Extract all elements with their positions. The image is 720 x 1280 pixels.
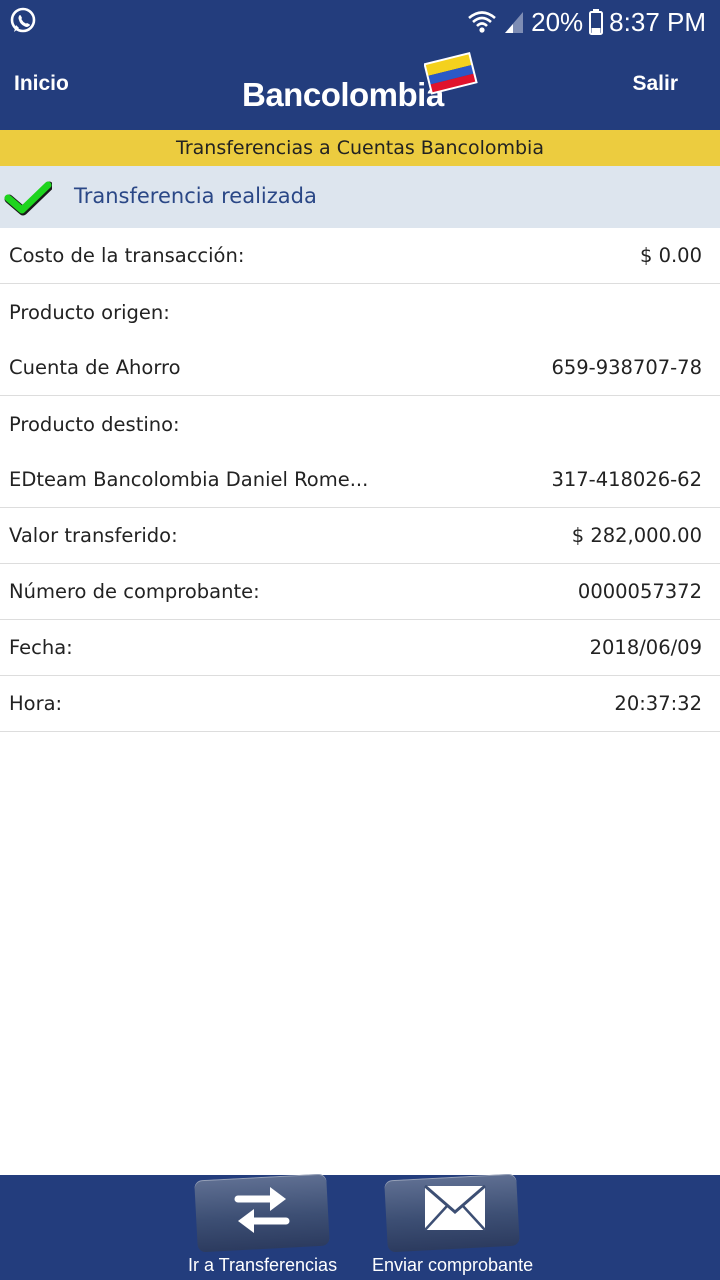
- detail-value: $ 282,000.00: [571, 524, 702, 547]
- go-to-transfers-button[interactable]: Ir a Transferencias: [186, 1173, 346, 1280]
- detail-row-amount: Valor transferido: $ 282,000.00: [0, 508, 720, 564]
- page-title: Transferencias a Cuentas Bancolombia: [0, 130, 720, 166]
- bottom-nav: Ir a Transferencias Enviar comprobante: [0, 1173, 720, 1280]
- detail-label: Hora:: [9, 692, 63, 715]
- detail-value: 0000057372: [577, 580, 702, 603]
- detail-row-receipt-number: Número de comprobante: 0000057372: [0, 564, 720, 620]
- detail-row-destination-account: EDteam Bancolombia Daniel Rome... 317-41…: [0, 452, 720, 508]
- battery-percent: 20%: [531, 6, 584, 37]
- detail-row-cost: Costo de la transacción: $ 0.00: [0, 228, 720, 284]
- salir-link[interactable]: Salir: [632, 72, 678, 96]
- envelope-icon: [424, 1184, 486, 1231]
- app-header: Inicio Bancolombia Salir: [0, 44, 720, 130]
- status-bar: 20% 8:37 PM: [0, 0, 720, 44]
- detail-label: Producto origen:: [9, 300, 170, 324]
- battery-icon: [589, 9, 604, 35]
- detail-row-destination-heading: Producto destino:: [0, 396, 720, 452]
- detail-label: Cuenta de Ahorro: [9, 356, 181, 379]
- detail-label: Valor transferido:: [9, 524, 178, 547]
- whatsapp-icon: [8, 6, 38, 36]
- status-time: 8:37 PM: [609, 6, 706, 37]
- detail-value: $ 0.00: [639, 244, 702, 267]
- detail-value: 317-418026-62: [551, 468, 702, 491]
- transaction-details: Costo de la transacción: $ 0.00 Producto…: [0, 228, 720, 732]
- bancolombia-logo: Bancolombia: [242, 50, 482, 120]
- send-receipt-button[interactable]: Enviar comprobante: [370, 1173, 540, 1280]
- detail-label: Costo de la transacción:: [9, 244, 245, 267]
- inicio-link[interactable]: Inicio: [14, 72, 69, 96]
- flag-icon: [424, 51, 478, 95]
- detail-row-date: Fecha: 2018/06/09: [0, 620, 720, 676]
- detail-row-source-account: Cuenta de Ahorro 659-938707-78: [0, 340, 720, 396]
- detail-label: EDteam Bancolombia Daniel Rome...: [9, 468, 369, 491]
- detail-row-source-heading: Producto origen:: [0, 284, 720, 340]
- success-message: Transferencia realizada: [74, 184, 317, 208]
- detail-value: 659-938707-78: [551, 356, 702, 379]
- wifi-icon: [467, 9, 497, 35]
- button-label: Ir a Transferencias: [188, 1255, 338, 1275]
- detail-row-time: Hora: 20:37:32: [0, 676, 720, 732]
- detail-label: Número de comprobante:: [9, 580, 260, 603]
- detail-value: 2018/06/09: [589, 636, 702, 659]
- detail-label: Fecha:: [9, 636, 73, 659]
- brand-wordmark: Bancolombia: [242, 76, 444, 113]
- button-label: Enviar comprobante: [372, 1255, 534, 1275]
- transfer-arrows-icon: [234, 1187, 290, 1233]
- check-icon: [4, 181, 52, 216]
- signal-icon: [503, 9, 525, 35]
- detail-label: Producto destino:: [9, 412, 180, 436]
- status-indicators: 20% 8:37 PM: [467, 6, 706, 38]
- detail-value: 20:37:32: [614, 692, 702, 715]
- success-banner: Transferencia realizada: [0, 166, 720, 228]
